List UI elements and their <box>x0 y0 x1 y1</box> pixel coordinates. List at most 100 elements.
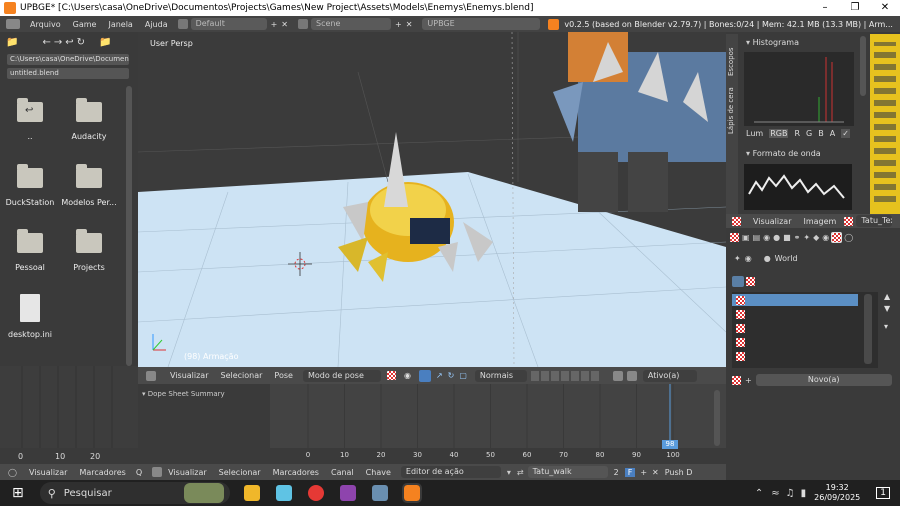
editor-type-icon[interactable] <box>146 370 156 381</box>
add-layout-icon[interactable]: + <box>271 20 278 29</box>
scene-field[interactable]: Scene <box>311 18 391 30</box>
maximize-button[interactable]: ❐ <box>840 0 870 16</box>
physics-tab-icon[interactable]: ◯ <box>844 233 853 242</box>
tray-chevron-icon[interactable]: ⌃ <box>755 488 763 499</box>
tab-escopos[interactable]: Escopos <box>727 40 735 76</box>
slot-menu-icon[interactable]: ▾ <box>884 322 890 331</box>
other-texture-button[interactable] <box>746 277 755 286</box>
engine-select[interactable]: UPBGE <box>422 18 541 30</box>
dope-sheet-summary-row[interactable]: ▾ Dope Sheet Summary <box>138 384 270 398</box>
file-item-duckstation[interactable]: DuckStation <box>2 164 58 207</box>
move-down-icon[interactable]: ▼ <box>884 304 890 313</box>
battery-icon[interactable]: ▮ <box>801 488 807 499</box>
dope-sheet-editor[interactable]: ▾ Dope Sheet Summary 98 0 10 20 30 40 50 60 70 8… <box>138 384 726 464</box>
curve-icon[interactable]: ✓ <box>841 129 850 138</box>
back-icon[interactable]: ← <box>42 37 50 48</box>
timeline-editor-icon[interactable]: ◯ <box>8 468 17 477</box>
action-name-field[interactable]: Tatu_walk <box>527 466 608 478</box>
dopesheet-menu-marcadores[interactable]: Marcadores <box>267 468 325 477</box>
menu-selecionar[interactable]: Selecionar <box>215 371 269 380</box>
minimize-button[interactable]: – <box>810 0 840 16</box>
file-item-desktop-ini[interactable]: desktop.ini <box>2 294 58 339</box>
texture-select[interactable]: Tatu_Textu <box>856 215 893 227</box>
texture-tab-icon[interactable] <box>831 231 843 243</box>
taskbar-search-box[interactable]: ⚲ Pesquisar <box>39 482 230 504</box>
timeline-menu-visualizar[interactable]: Visualizar <box>23 468 74 477</box>
editor-type-icon[interactable] <box>6 19 20 29</box>
bone-tab-icon[interactable]: ◆ <box>813 233 819 242</box>
wifi-icon[interactable]: ≈ <box>771 488 779 499</box>
menu-arquivo[interactable]: Arquivo <box>24 20 67 29</box>
world-texture-button[interactable] <box>732 276 744 287</box>
file-name-field[interactable]: untitled.blend <box>7 68 129 79</box>
new-texture-button[interactable]: Novo(a) <box>755 374 892 386</box>
file-item-audacity[interactable]: Audacity <box>61 98 117 141</box>
channel-rgb[interactable]: RGB <box>769 129 789 138</box>
file-explorer-icon[interactable] <box>243 485 260 501</box>
dopesheet-menu-visualizar[interactable]: Visualizar <box>162 468 213 477</box>
new-folder-icon[interactable]: 📁 <box>99 37 111 48</box>
app-icon[interactable] <box>371 485 388 501</box>
file-item-pessoal[interactable]: Pessoal <box>2 229 58 272</box>
file-list-scrollbar[interactable] <box>126 86 132 366</box>
action-browse-icon[interactable]: ⇄ <box>517 468 524 477</box>
menu-visualizar[interactable]: Visualizar <box>164 371 215 380</box>
proportional-icon[interactable] <box>626 370 637 381</box>
windows-start-icon[interactable]: ⊞ <box>12 485 24 501</box>
channel-r[interactable]: R <box>794 129 800 138</box>
pivot-select[interactable]: Ativo(a) <box>642 369 697 382</box>
slot-list-scrollbar[interactable] <box>864 294 872 364</box>
upbge-taskbar-icon[interactable] <box>401 483 422 503</box>
dope-sheet-scrollbar[interactable] <box>714 390 720 446</box>
pin-icon[interactable]: ✦ <box>734 254 741 263</box>
manipulator-icon[interactable] <box>418 369 431 382</box>
dopesheet-editor-icon[interactable] <box>152 467 163 477</box>
scopes-scrollbar[interactable] <box>860 36 866 96</box>
opera-icon[interactable] <box>307 485 324 501</box>
cube-app-icon[interactable] <box>275 485 292 501</box>
fake-user-toggle[interactable]: F <box>624 467 636 477</box>
new-action-icon[interactable]: + <box>640 468 647 477</box>
histogram-header[interactable]: ▾ Histograma <box>746 38 799 47</box>
menu-ajuda[interactable]: Ajuda <box>139 20 174 29</box>
channel-g[interactable]: G <box>806 129 812 138</box>
timeline-menu-marcadores[interactable]: Marcadores <box>73 468 131 477</box>
parent-dir-icon[interactable]: ↩ <box>65 37 73 48</box>
layer-buttons[interactable] <box>530 370 601 381</box>
volume-icon[interactable]: ♫ <box>786 488 795 499</box>
transform-orientation-select[interactable]: Normais <box>474 369 527 382</box>
timeline-editor[interactable]: 0 10 20 <box>0 366 138 464</box>
scale-icon[interactable]: ▢ <box>459 371 467 380</box>
directory-path[interactable]: C:\Users\casa\OneDrive\Documen... <box>7 54 129 65</box>
render-tab-icon[interactable]: ▣ <box>742 233 750 242</box>
menu-visualizar[interactable]: Visualizar <box>747 217 798 226</box>
forward-icon[interactable]: → <box>54 37 62 48</box>
refresh-icon[interactable]: ↻ <box>77 37 85 48</box>
editor-type-icon[interactable] <box>732 216 741 226</box>
expand-icon[interactable]: ▾ <box>507 468 511 477</box>
viewport-shading-icon[interactable] <box>386 371 396 380</box>
add-icon[interactable]: + <box>745 376 752 385</box>
dopesheet-menu-chave[interactable]: Chave <box>360 468 397 477</box>
texture-slot-selected[interactable] <box>732 294 858 306</box>
dopesheet-menu-canal[interactable]: Canal <box>325 468 360 477</box>
move-up-icon[interactable]: ▲ <box>884 292 890 301</box>
channel-a[interactable]: A <box>830 129 835 138</box>
expand-arrow-icon[interactable]: ▾ <box>142 390 146 398</box>
properties-editor-icon[interactable] <box>730 232 739 242</box>
push-down-button[interactable]: Push D <box>665 468 693 477</box>
dopesheet-mode-select[interactable]: Editor de ação <box>400 466 501 478</box>
menu-imagem[interactable]: Imagem <box>798 217 843 226</box>
unlink-action-icon[interactable]: ✕ <box>652 468 659 477</box>
data-tab-icon[interactable]: ✦ <box>803 233 810 242</box>
channel-b[interactable]: B <box>818 129 824 138</box>
waveform-header[interactable]: ▾ Formato de onda <box>746 149 821 158</box>
render-layers-tab-icon[interactable]: ▤ <box>753 233 761 242</box>
remove-scene-icon[interactable]: ✕ <box>406 20 413 29</box>
menu-janela[interactable]: Janela <box>102 20 138 29</box>
mode-select[interactable]: Modo de pose <box>302 369 381 382</box>
scene-tab-icon[interactable]: ◉ <box>763 233 770 242</box>
remove-layout-icon[interactable]: ✕ <box>281 20 288 29</box>
taskbar-clock[interactable]: 19:32 26/09/2025 <box>814 483 860 503</box>
dopesheet-menu-selecionar[interactable]: Selecionar <box>213 468 267 477</box>
